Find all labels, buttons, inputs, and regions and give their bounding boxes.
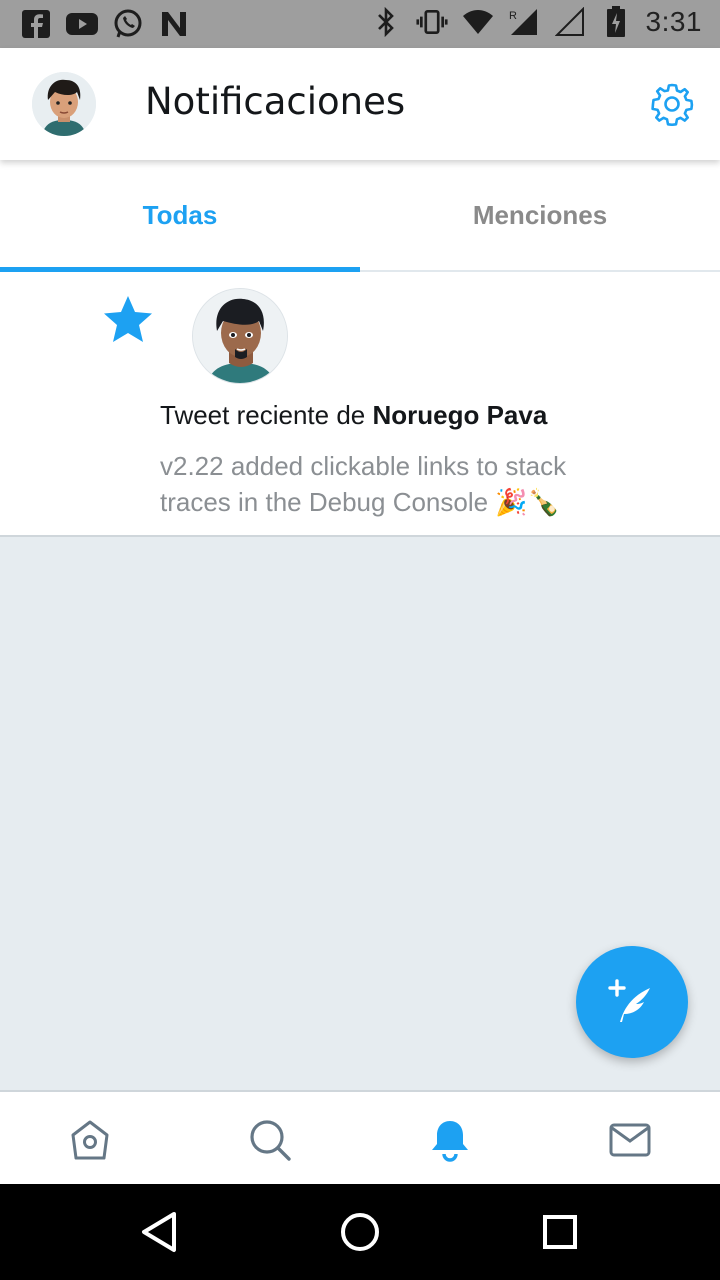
signal-roaming-icon: R <box>508 6 540 38</box>
tab-mentions[interactable]: Menciones <box>360 160 720 270</box>
signal-empty-icon <box>554 6 586 38</box>
wifi-icon <box>462 6 494 38</box>
notification-user[interactable]: Noruego Pava <box>372 400 547 430</box>
home-circle-icon <box>341 1213 379 1251</box>
bell-icon <box>432 1121 468 1162</box>
status-bar-left <box>20 8 190 40</box>
n-app-icon <box>158 8 190 40</box>
bluetooth-icon <box>370 6 402 38</box>
bottom-navigation <box>0 1090 720 1184</box>
nav-messages[interactable] <box>606 1116 654 1164</box>
nav-home[interactable] <box>66 1116 114 1164</box>
home-icon <box>71 1120 109 1160</box>
notification-text: v2.22 added clickable links to stack tra… <box>160 451 567 517</box>
notification-tabs: Todas Menciones <box>0 160 720 272</box>
avatar-image <box>32 72 96 136</box>
svg-text:R: R <box>509 10 517 22</box>
avatar-image <box>193 289 287 383</box>
status-time: 3:31 <box>645 6 702 37</box>
compose-tweet-button[interactable] <box>576 946 688 1058</box>
whatsapp-icon <box>112 8 144 40</box>
system-back-button[interactable] <box>136 1208 184 1256</box>
youtube-icon <box>66 8 98 40</box>
settings-button[interactable] <box>650 82 694 127</box>
system-home-button[interactable] <box>336 1208 384 1256</box>
battery-charging-icon <box>600 6 632 38</box>
recents-square-icon <box>543 1215 577 1249</box>
compose-feather-icon <box>608 979 650 1022</box>
system-navigation-bar <box>0 1184 720 1280</box>
notification-prefix: Tweet reciente de <box>160 400 373 430</box>
user-avatar[interactable] <box>192 288 288 384</box>
status-bar: R 3:31 <box>0 0 720 48</box>
notification-title: Tweet reciente de Noruego Pava <box>160 400 547 431</box>
facebook-icon <box>20 8 52 40</box>
back-triangle-icon <box>142 1212 176 1252</box>
notification-item[interactable]: Tweet reciente de Noruego Pava v2.22 add… <box>0 272 720 537</box>
nav-search[interactable] <box>246 1116 294 1164</box>
mail-icon <box>609 1123 651 1157</box>
search-icon <box>250 1120 291 1161</box>
star-icon <box>100 292 156 348</box>
nav-notifications[interactable] <box>426 1116 474 1164</box>
profile-avatar[interactable] <box>32 72 96 136</box>
page-title: Notificaciones <box>145 80 406 123</box>
system-recents-button[interactable] <box>536 1208 584 1256</box>
vibrate-icon <box>415 6 448 38</box>
gear-icon <box>651 83 694 127</box>
status-bar-right: R 3:31 <box>370 6 703 38</box>
tab-all[interactable]: Todas <box>0 160 360 270</box>
app-header: Notificaciones <box>0 48 720 160</box>
